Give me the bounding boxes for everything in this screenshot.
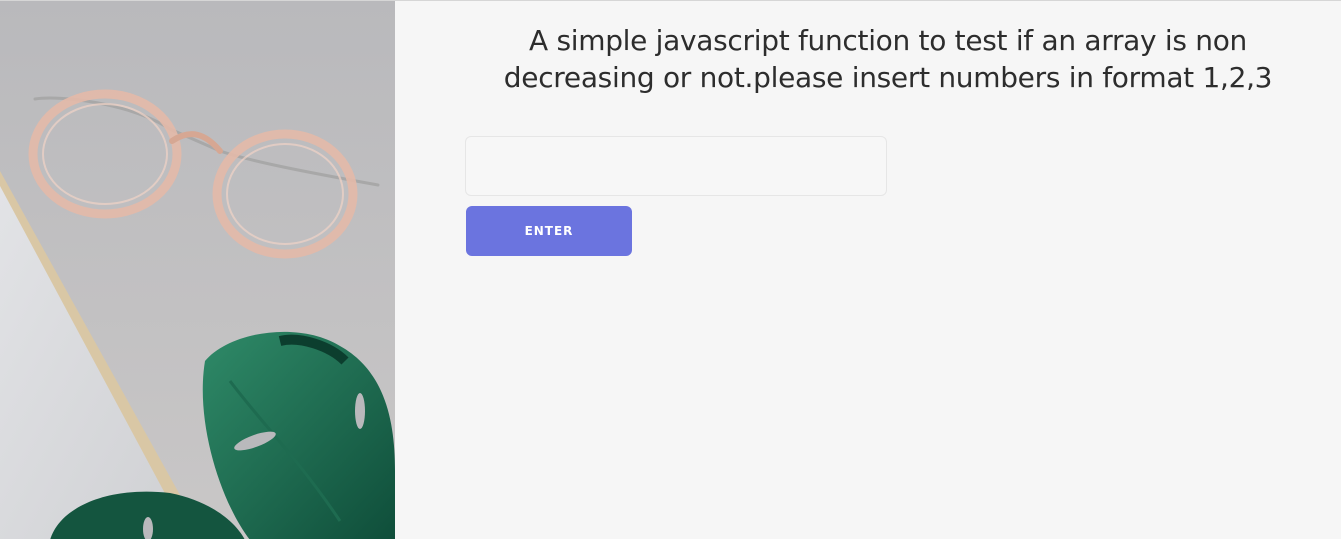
enter-button[interactable]: ENTER: [466, 206, 632, 256]
main-content: A simple javascript function to test if …: [395, 1, 1341, 539]
numbers-input[interactable]: [465, 136, 887, 196]
decorative-photo: [0, 1, 395, 539]
page: A simple javascript function to test if …: [0, 0, 1341, 539]
page-title: A simple javascript function to test if …: [503, 24, 1273, 94]
glasses-and-leaves-image: [0, 1, 395, 539]
